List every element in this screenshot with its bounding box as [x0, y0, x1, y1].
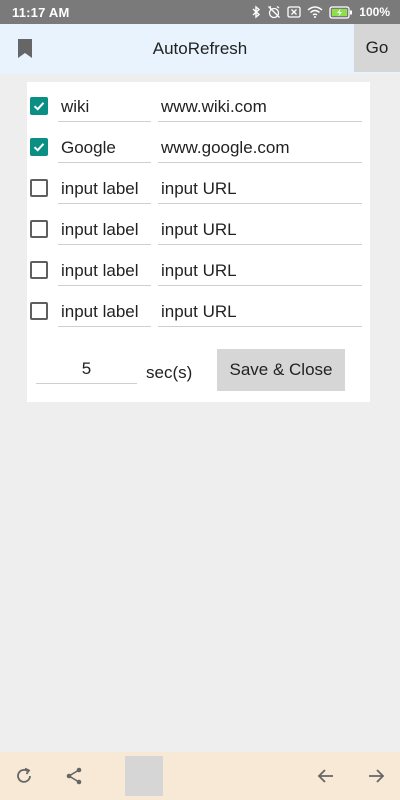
entry-url-input[interactable]: input URL	[158, 297, 362, 327]
entry-checkbox[interactable]	[30, 261, 48, 279]
interval-unit-label: sec(s)	[146, 363, 193, 382]
battery-charging-icon	[329, 5, 353, 19]
entry-checkbox[interactable]	[30, 138, 48, 156]
entry-url-input[interactable]: www.wiki.com	[158, 92, 362, 122]
entry-row: input label input URL	[27, 250, 370, 290]
go-button[interactable]: Go	[354, 24, 400, 72]
alarm-off-icon	[268, 5, 281, 19]
entry-row: input label input URL	[27, 209, 370, 249]
entry-label-input[interactable]: input label	[58, 297, 151, 327]
entry-label-input[interactable]: input label	[58, 256, 151, 286]
app-title: AutoRefresh	[152, 39, 248, 58]
check-icon	[33, 143, 45, 152]
entry-row: input label input URL	[27, 291, 370, 331]
entry-url-input[interactable]: input URL	[158, 256, 362, 286]
bluetooth-icon	[252, 5, 261, 19]
check-icon	[33, 102, 45, 111]
status-bar: 11:17 AM 100%	[0, 0, 400, 24]
entry-url-input[interactable]: www.google.com	[158, 133, 362, 163]
share-icon[interactable]	[62, 764, 86, 788]
entry-url-input[interactable]: input URL	[158, 174, 362, 204]
auto-refresh-dialog: wiki www.wiki.com Google www.google.com inpu…	[27, 82, 370, 402]
tab-thumbnail[interactable]	[125, 756, 163, 796]
wifi-icon	[307, 6, 323, 18]
entry-label-input[interactable]: input label	[58, 215, 151, 245]
entry-label-input[interactable]: input label	[58, 174, 151, 204]
entry-row: wiki www.wiki.com	[27, 86, 370, 126]
battery-percentage: 100%	[359, 5, 390, 19]
save-close-button[interactable]: Save & Close	[217, 349, 345, 391]
entry-checkbox[interactable]	[30, 302, 48, 320]
bottom-toolbar	[0, 752, 400, 800]
app-bar: AutoRefresh Go	[0, 24, 400, 74]
sim-off-icon	[287, 6, 301, 18]
entry-label-input[interactable]: wiki	[58, 92, 151, 122]
forward-arrow-icon[interactable]	[364, 764, 388, 788]
entry-url-input[interactable]: input URL	[158, 215, 362, 245]
entry-label-input[interactable]: Google	[58, 133, 151, 163]
entry-checkbox[interactable]	[30, 179, 48, 197]
refresh-interval-input[interactable]: 5	[36, 354, 137, 384]
bookmark-icon[interactable]	[16, 38, 34, 65]
entry-checkbox[interactable]	[30, 97, 48, 115]
refresh-icon[interactable]	[12, 764, 36, 788]
entry-checkbox[interactable]	[30, 220, 48, 238]
status-icons: 100%	[252, 5, 390, 19]
status-time: 11:17 AM	[12, 4, 70, 20]
entry-row: input label input URL	[27, 168, 370, 208]
entry-row: Google www.google.com	[27, 127, 370, 167]
back-arrow-icon[interactable]	[314, 764, 338, 788]
